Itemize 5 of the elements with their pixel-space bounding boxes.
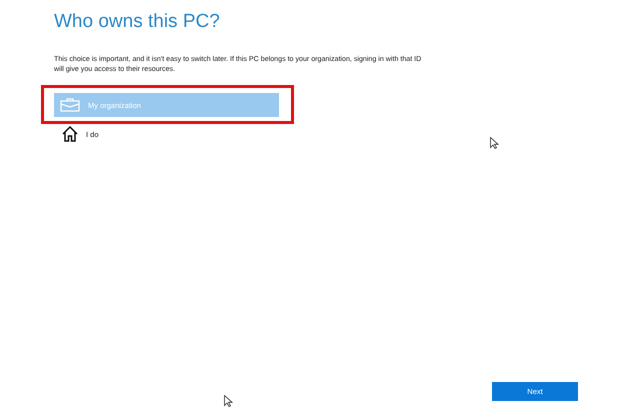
- home-icon: [62, 126, 78, 142]
- briefcase-icon: [60, 98, 80, 112]
- mouse-pointer-icon: [490, 137, 499, 149]
- mouse-pointer-icon: [224, 395, 233, 407]
- page-title: Who owns this PC?: [54, 10, 221, 34]
